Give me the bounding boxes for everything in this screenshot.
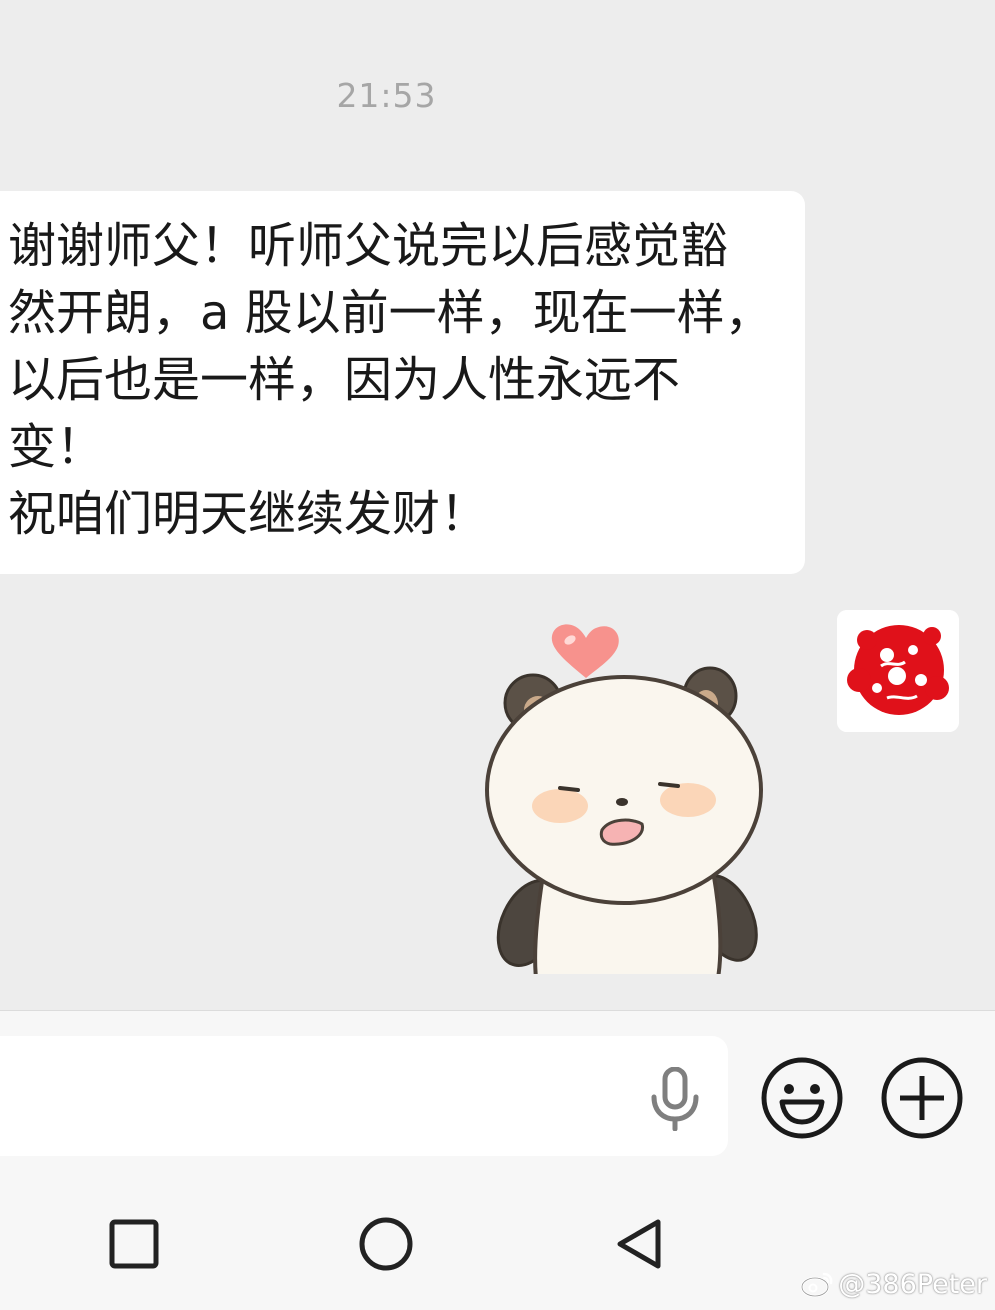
triangle-back-icon <box>617 1219 661 1269</box>
microphone-icon[interactable] <box>648 1066 702 1132</box>
panda-sticker-icon <box>485 624 763 974</box>
emoji-button[interactable] <box>760 1056 844 1140</box>
plus-circle-icon <box>881 1057 963 1139</box>
chat-timestamp: 21:53 <box>336 76 437 115</box>
circle-icon <box>359 1217 413 1271</box>
watermark-text: @386Peter <box>838 1268 987 1300</box>
square-icon <box>109 1219 159 1269</box>
panda-sticker[interactable] <box>478 618 778 974</box>
message-bubble[interactable]: 谢谢师父！听师父说完以后感觉豁 然开朗，a 股以前一样，现在一样， 以后也是一样… <box>0 191 805 574</box>
home-button[interactable] <box>356 1214 416 1274</box>
weibo-logo-icon <box>800 1272 833 1298</box>
system-nav-bar: @386Peter <box>0 1174 995 1310</box>
contact-avatar[interactable] <box>837 610 959 732</box>
emoji-smile-icon <box>761 1057 843 1139</box>
plus-button[interactable] <box>880 1056 964 1140</box>
input-bar <box>0 1010 995 1174</box>
red-papercut-avatar-icon <box>837 610 959 732</box>
message-input[interactable] <box>0 1036 728 1156</box>
watermark: @386Peter <box>800 1266 987 1302</box>
recents-button[interactable] <box>104 1214 164 1274</box>
back-button[interactable] <box>610 1214 670 1274</box>
